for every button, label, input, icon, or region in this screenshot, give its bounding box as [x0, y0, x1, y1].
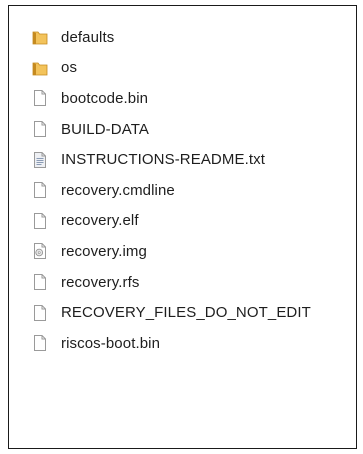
file-icon [32, 120, 48, 138]
file-list: defaults os bootcode.bin BUILD-DATA INST… [9, 22, 356, 359]
file-icon [32, 212, 48, 230]
list-item-file-riscos-boot-bin[interactable]: riscos-boot.bin [9, 328, 356, 359]
list-item-file-recovery-img[interactable]: recovery.img [9, 236, 356, 267]
file-icon [32, 181, 48, 199]
file-name: BUILD-DATA [61, 120, 149, 138]
list-item-file-recovery-files-do-not-edit[interactable]: RECOVERY_FILES_DO_NOT_EDIT [9, 297, 356, 328]
list-item-file-build-data[interactable]: BUILD-DATA [9, 114, 356, 145]
file-icon [32, 334, 48, 352]
file-name: INSTRUCTIONS-README.txt [61, 151, 265, 169]
list-item-file-recovery-cmdline[interactable]: recovery.cmdline [9, 175, 356, 206]
file-icon [32, 304, 48, 322]
file-name: defaults [61, 28, 115, 46]
folder-icon [32, 59, 48, 77]
file-name: bootcode.bin [61, 89, 149, 107]
file-icon [32, 273, 48, 291]
text-file-icon [32, 151, 48, 169]
list-item-folder-defaults[interactable]: defaults [9, 22, 356, 53]
list-item-file-instructions-readme[interactable]: INSTRUCTIONS-README.txt [9, 144, 356, 175]
file-name: recovery.cmdline [61, 181, 175, 199]
file-icon [32, 89, 48, 107]
file-name: riscos-boot.bin [61, 334, 161, 352]
file-name: recovery.rfs [61, 273, 140, 291]
list-item-folder-os[interactable]: os [9, 53, 356, 84]
list-item-file-recovery-rfs[interactable]: recovery.rfs [9, 267, 356, 298]
disc-image-file-icon [32, 242, 48, 260]
file-list-window: defaults os bootcode.bin BUILD-DATA INST… [8, 5, 357, 449]
file-name: recovery.elf [61, 212, 139, 230]
file-name: os [61, 59, 78, 77]
file-name: recovery.img [61, 242, 147, 260]
list-item-file-recovery-elf[interactable]: recovery.elf [9, 206, 356, 237]
file-name: RECOVERY_FILES_DO_NOT_EDIT [61, 304, 311, 322]
folder-icon [32, 28, 48, 46]
list-item-file-bootcode-bin[interactable]: bootcode.bin [9, 83, 356, 114]
